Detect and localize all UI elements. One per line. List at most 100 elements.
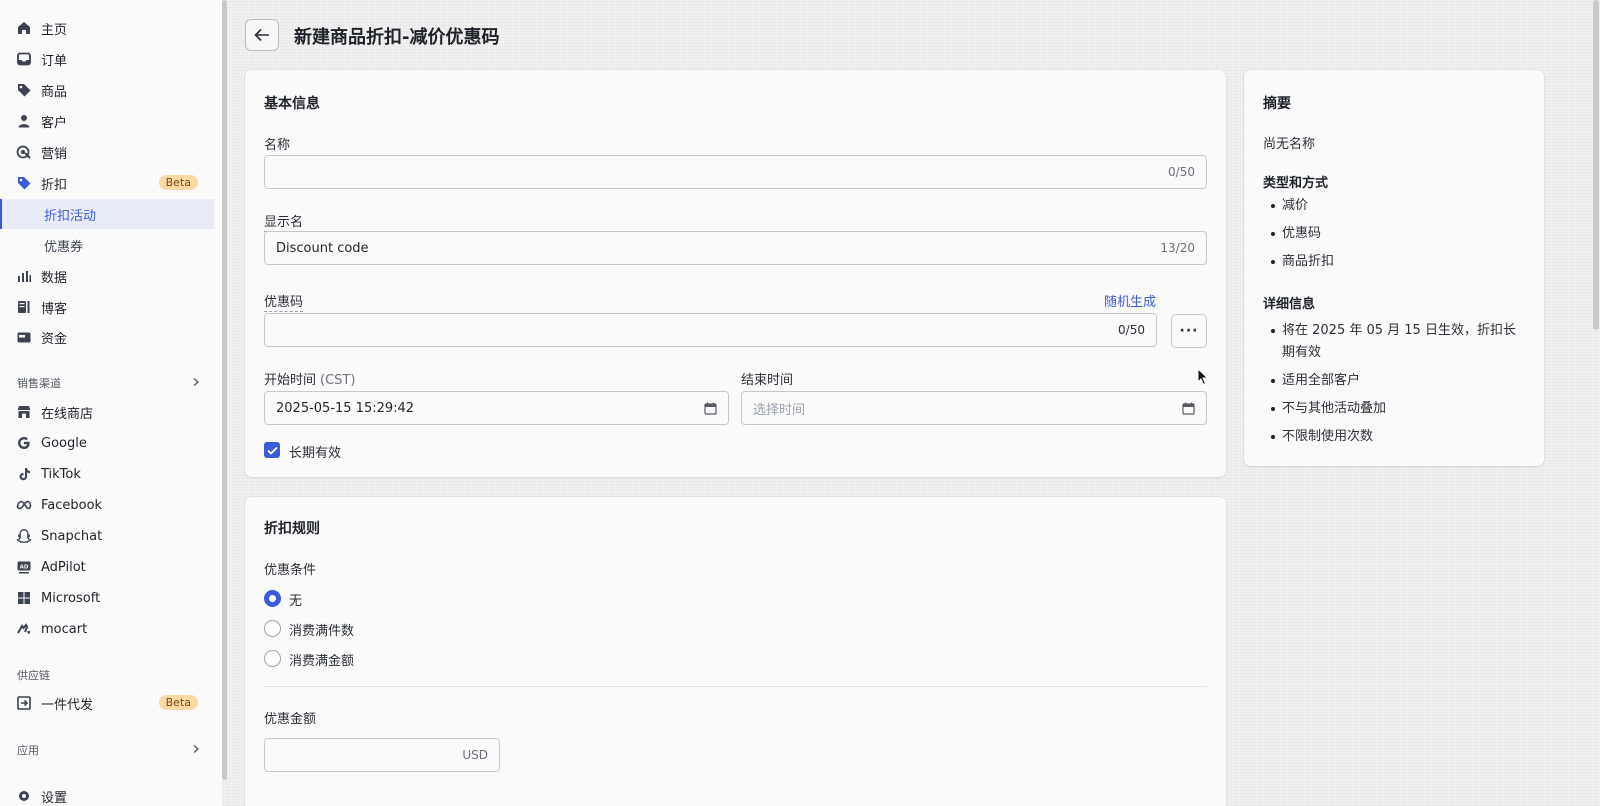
beta-badge: Beta [158, 695, 198, 710]
start-time-label: 开始时间 (CST) [264, 369, 355, 388]
detail-list: 将在 2025 年 05 月 15 日生效，折扣长期有效 适用全部客户 不与其他… [1268, 320, 1524, 454]
sales-channels-label: 销售渠道 [17, 377, 61, 390]
list-item: 将在 2025 年 05 月 15 日生效，折扣长期有效 [1268, 320, 1524, 364]
nav-label: Microsoft [41, 590, 101, 606]
nav-item-orders[interactable]: 订单 [0, 44, 214, 74]
radio-label: 消费满件数 [289, 624, 355, 639]
apps-label: 应用 [17, 744, 39, 757]
discount-amount-field[interactable]: USD [264, 738, 500, 772]
home-icon [16, 20, 32, 36]
char-counter: 0/50 [1118, 323, 1145, 337]
list-item: 适用全部客户 [1268, 370, 1524, 392]
nav-item-online-store[interactable]: 在线商店 [0, 397, 214, 427]
tiktok-icon [16, 466, 32, 482]
nav-label: Facebook [41, 497, 103, 513]
chevron-right-icon[interactable] [191, 377, 201, 387]
wallet-icon [16, 329, 32, 345]
chevron-right-icon[interactable] [191, 744, 201, 754]
char-counter: 13/20 [1160, 241, 1195, 255]
nav-item-facebook[interactable]: Facebook [0, 490, 214, 520]
start-time-value: 2025-05-15 15:29:42 [276, 400, 415, 416]
tag-icon [16, 82, 32, 98]
checkmark-icon [266, 446, 278, 455]
google-icon [16, 435, 32, 451]
list-item: 减价 [1268, 195, 1528, 217]
nav-label: 折扣活动 [44, 208, 97, 224]
bar-chart-icon [16, 268, 32, 284]
type-list: 减价 优惠码 商品折扣 [1268, 195, 1528, 279]
nav-item-analytics[interactable]: 数据 [0, 261, 214, 291]
timezone-text: (CST) [320, 373, 356, 388]
nav-label: 数据 [41, 270, 68, 286]
name-label: 名称 [264, 138, 291, 153]
calendar-icon [704, 402, 717, 415]
code-field[interactable]: 0/50 [264, 313, 1157, 347]
list-item: 商品折扣 [1268, 251, 1528, 273]
nav-item-snapchat[interactable]: Snapchat [0, 521, 214, 551]
dropship-icon [16, 695, 32, 711]
nav-label: 订单 [41, 53, 68, 69]
start-time-text: 开始时间 [264, 373, 317, 388]
radio-min-amount[interactable] [264, 650, 281, 667]
name-field[interactable]: 0/50 [264, 155, 1207, 189]
nav-item-tiktok[interactable]: TikTok [0, 459, 214, 489]
calendar-icon [1182, 402, 1195, 415]
end-time-field[interactable]: 选择时间 [741, 391, 1207, 425]
summary-card: 摘要 尚无名称 类型和方式 减价 优惠码 商品折扣 详细信息 将在 2025 年… [1244, 70, 1544, 466]
nav-item-blog[interactable]: 博客 [0, 292, 214, 322]
nav-item-settings[interactable]: 设置 [0, 781, 214, 806]
generate-code-link[interactable]: 随机生成 [1104, 291, 1156, 310]
nav-item-dropship[interactable]: 一件代发 Beta [0, 688, 214, 718]
radio-label: 无 [289, 594, 303, 609]
more-options-button[interactable]: ··· [1171, 314, 1207, 348]
mouse-cursor-icon [1197, 368, 1209, 386]
nav-item-finance[interactable]: 资金 [0, 322, 214, 352]
condition-label: 优惠条件 [264, 563, 317, 578]
inbox-icon [16, 51, 32, 67]
nav-label: mocart [41, 621, 88, 637]
long-term-checkbox[interactable] [264, 442, 280, 458]
arrow-left-icon [254, 28, 269, 42]
nav-item-adpilot[interactable]: AD AdPilot [0, 552, 214, 582]
svg-text:AD: AD [20, 565, 29, 571]
start-time-field[interactable]: 2025-05-15 15:29:42 [264, 391, 729, 425]
gear-icon [16, 788, 32, 804]
nav-item-microsoft[interactable]: Microsoft [0, 583, 214, 613]
nav-item-discounts[interactable]: 折扣 Beta [0, 168, 214, 198]
target-icon [16, 144, 32, 160]
nav-label: TikTok [41, 466, 81, 482]
display-name-field[interactable]: Discount code 13/20 [264, 231, 1207, 265]
nav-item-marketing[interactable]: 营销 [0, 137, 214, 167]
page-scrollbar[interactable] [1593, 0, 1599, 330]
nav-item-discount-campaigns[interactable]: 折扣活动 [0, 199, 214, 229]
nav-label: 一件代发 [41, 697, 94, 713]
nav-label: 资金 [41, 331, 68, 347]
store-icon [16, 404, 32, 420]
nav-item-home[interactable]: 主页 [0, 13, 214, 43]
type-heading: 类型和方式 [1263, 176, 1329, 191]
radio-label: 消费满金额 [289, 654, 355, 669]
sidebar-scrollbar[interactable] [222, 0, 227, 780]
summary-name: 尚无名称 [1263, 137, 1316, 152]
nav-label: AdPilot [41, 559, 86, 575]
nav-label: 折扣 [41, 177, 68, 193]
nav-item-products[interactable]: 商品 [0, 75, 214, 105]
display-name-label: 显示名 [264, 211, 304, 232]
back-button[interactable] [245, 19, 279, 51]
nav-label: 优惠券 [44, 239, 84, 255]
nav-label: 设置 [41, 790, 68, 806]
list-item: 不与其他活动叠加 [1268, 398, 1524, 420]
meta-icon [16, 497, 32, 513]
nav-item-coupons[interactable]: 优惠券 [0, 230, 214, 260]
divider [264, 686, 1207, 687]
microsoft-icon [16, 590, 32, 606]
amount-label: 优惠金额 [264, 712, 317, 727]
radio-none[interactable] [264, 590, 281, 607]
nav-item-google[interactable]: Google [0, 428, 214, 458]
card-title: 摘要 [1263, 96, 1291, 112]
beta-badge: Beta [158, 175, 198, 190]
nav-item-customers[interactable]: 客户 [0, 106, 214, 136]
nav-label: 博客 [41, 301, 68, 317]
nav-item-mocart[interactable]: mocart [0, 614, 214, 644]
radio-min-quantity[interactable] [264, 620, 281, 637]
